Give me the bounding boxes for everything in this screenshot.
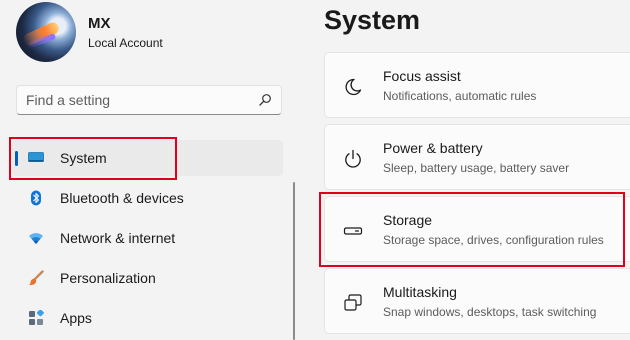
sidebar-item-label: Apps bbox=[60, 310, 92, 326]
sidebar-item-network[interactable]: Network & internet bbox=[12, 220, 283, 256]
card-focus-assist[interactable]: Focus assist Notifications, automatic ru… bbox=[324, 52, 630, 118]
sidebar-item-bluetooth[interactable]: Bluetooth & devices bbox=[12, 180, 283, 216]
account-type: Local Account bbox=[88, 36, 163, 50]
brush-icon bbox=[28, 270, 44, 285]
card-title: Focus assist bbox=[383, 68, 461, 84]
card-title: Multitasking bbox=[383, 284, 457, 300]
multitasking-icon bbox=[344, 294, 362, 311]
sidebar-item-label: Bluetooth & devices bbox=[60, 190, 184, 206]
user-name: MX bbox=[88, 15, 111, 32]
search-box[interactable] bbox=[16, 85, 282, 115]
wifi-icon bbox=[29, 233, 43, 244]
card-subtitle: Sleep, battery usage, battery saver bbox=[383, 161, 570, 175]
card-multitasking[interactable]: Multitasking Snap windows, desktops, tas… bbox=[324, 268, 630, 334]
search-input[interactable] bbox=[26, 92, 246, 108]
card-power-battery[interactable]: Power & battery Sleep, battery usage, ba… bbox=[324, 124, 630, 190]
card-subtitle: Notifications, automatic rules bbox=[383, 89, 537, 103]
power-icon bbox=[345, 149, 361, 168]
sidebar-scrollbar[interactable] bbox=[293, 182, 295, 340]
highlight-box-system bbox=[9, 137, 177, 180]
highlight-box-storage bbox=[319, 192, 625, 267]
apps-icon bbox=[29, 310, 44, 325]
sidebar-item-apps[interactable]: Apps bbox=[12, 300, 283, 336]
bluetooth-icon bbox=[31, 190, 41, 206]
card-subtitle: Snap windows, desktops, task switching bbox=[383, 305, 597, 319]
sidebar-item-label: Network & internet bbox=[60, 230, 176, 246]
search-icon[interactable] bbox=[257, 92, 273, 108]
sidebar-item-personalization[interactable]: Personalization bbox=[12, 260, 283, 296]
page-title: System bbox=[324, 5, 421, 35]
sidebar-item-label: Personalization bbox=[60, 270, 156, 286]
avatar[interactable] bbox=[16, 2, 76, 62]
moon-icon bbox=[345, 78, 362, 96]
sidebar: MX Local Account System Bluetooth & devi… bbox=[0, 0, 300, 340]
card-title: Power & battery bbox=[383, 140, 483, 156]
